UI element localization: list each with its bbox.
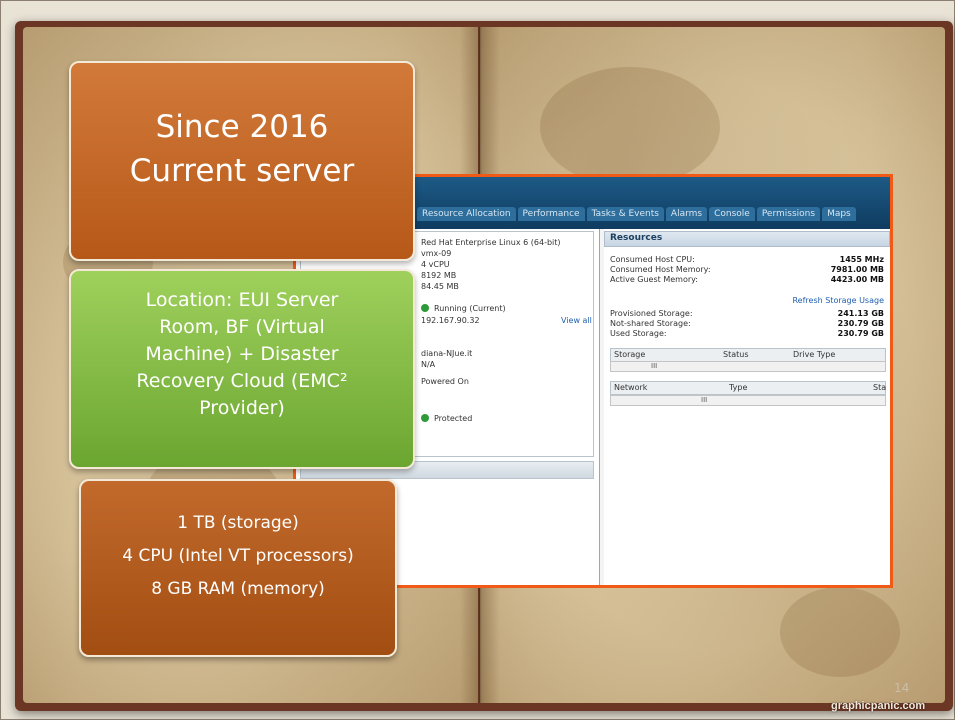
tab-resource-allocation[interactable]: Resource Allocation [417, 207, 516, 221]
resource-value: 230.79 GB [837, 329, 884, 338]
tab-tasks-events[interactable]: Tasks & Events [586, 207, 664, 221]
memory-overhead-value: 84.45 MB [421, 282, 459, 291]
vm-version-value: vmx-09 [421, 249, 452, 258]
slide-number: 14 [894, 681, 910, 695]
protected-status-icon [421, 414, 429, 422]
tab-alarms[interactable]: Alarms [665, 207, 708, 221]
location-box: Location: EUI Server Room, BF (Virtual M… [69, 269, 415, 469]
resources-title: Resources [610, 233, 663, 243]
title-box: Since 2016 Current server [69, 61, 415, 261]
resource-value: 241.13 GB [837, 309, 884, 318]
resource-row: Active Guest Memory: 4423.00 MB [610, 275, 884, 285]
resource-value: 4423.00 MB [830, 275, 884, 284]
resource-row: Consumed Host CPU: 1455 MHz [610, 255, 884, 265]
resources-pane: Resources Consumed Host CPU: 1455 MHz Cons… [604, 229, 890, 585]
ip-address-value: 192.167.90.32 [421, 316, 480, 325]
memory-value: 8192 MB [421, 271, 457, 280]
resource-label: Used Storage: [610, 329, 667, 338]
title-line-1: Since 2016 [155, 109, 329, 145]
spec-storage: 1 TB (storage) [177, 513, 299, 533]
resource-label: Active Guest Memory: [610, 275, 698, 284]
resource-row: Consumed Host Memory: 7981.00 MB [610, 265, 884, 275]
network-grid-header: Network Type Sta [610, 381, 886, 395]
storage-scrollbar[interactable]: III [610, 361, 886, 372]
grid-column-header[interactable]: Status [723, 350, 749, 359]
resource-row: Used Storage: 230.79 GB [610, 329, 884, 339]
slide: ryResource AllocationPerformanceTasks & … [0, 0, 955, 720]
storage-grid-header: Storage Status Drive Type [610, 348, 886, 362]
guest-os-value: Red Hat Enterprise Linux 6 (64-bit) [421, 238, 561, 247]
spec-ram: 8 GB RAM (memory) [151, 579, 325, 599]
grid-column-header[interactable]: Storage [614, 350, 645, 359]
view-all-link[interactable]: View all [561, 316, 592, 325]
location-text: Location: EUI Server Room, BF (Virtual M… [136, 289, 348, 419]
cpu-value: 4 vCPU [421, 260, 450, 269]
protection-status: Protected [421, 414, 472, 423]
resource-value: 7981.00 MB [830, 265, 884, 274]
spec-cpu: 4 CPU (Intel VT processors) [122, 546, 354, 566]
network-scrollbar[interactable]: III [610, 395, 886, 406]
dns-name-value: diana-NJue.it [421, 349, 473, 358]
title-line-2: Current server [129, 153, 355, 189]
refresh-storage-link[interactable]: Refresh Storage Usage [792, 296, 884, 305]
tab-performance[interactable]: Performance [517, 207, 585, 221]
resource-value: 230.79 GB [837, 319, 884, 328]
running-status-icon [421, 304, 429, 312]
power-state-value: Powered On [421, 377, 469, 386]
resource-value: 1455 MHz [839, 255, 884, 264]
resource-label: Not-shared Storage: [610, 319, 691, 328]
grid-column-header[interactable]: Sta [873, 383, 886, 392]
vmware-tools-status: Running (Current) [421, 304, 506, 313]
resources-header: Resources [604, 231, 890, 247]
watermark: graphicpanic.com [831, 700, 926, 712]
grid-column-header[interactable]: Type [729, 383, 747, 392]
tab-maps[interactable]: Maps [822, 207, 856, 221]
tab-console[interactable]: Console [709, 207, 755, 221]
resource-label: Consumed Host CPU: [610, 255, 695, 264]
specs-box: 1 TB (storage) 4 CPU (Intel VT processor… [79, 479, 397, 657]
grid-column-header[interactable]: Drive Type [793, 350, 835, 359]
state-value: N/A [421, 360, 436, 369]
grid-column-header[interactable]: Network [614, 383, 647, 392]
tab-permissions[interactable]: Permissions [756, 207, 821, 221]
resource-label: Provisioned Storage: [610, 309, 693, 318]
resource-row: Provisioned Storage: 241.13 GB [610, 309, 884, 319]
resource-row: Not-shared Storage: 230.79 GB [610, 319, 884, 329]
resource-label: Consumed Host Memory: [610, 265, 711, 274]
